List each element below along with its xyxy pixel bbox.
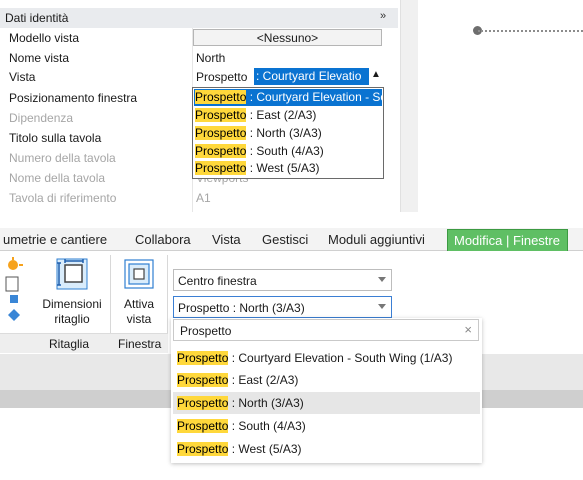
property-row-referencing-sheet: Tavola di riferimento A1 (0, 188, 398, 208)
match-highlight: Prospetto (195, 126, 247, 140)
section-title: Dati identità (5, 11, 69, 25)
property-label: Nome vista (9, 51, 70, 65)
group-label-viewport: Finestra (118, 337, 162, 351)
combo-value: Prospetto : North (3/A3) (178, 301, 305, 315)
activate-view-button[interactable]: Attiva vista (113, 297, 165, 327)
view-selector-combo[interactable]: Prospetto : North (3/A3) (173, 296, 392, 318)
section-header[interactable]: Dati identità » (0, 8, 398, 28)
property-label: Tavola di riferimento (9, 191, 117, 205)
property-label: Dipendenza (9, 111, 74, 125)
item-text: : East (2/A3) (246, 108, 317, 122)
match-highlight: Prospetto (177, 373, 229, 387)
tab-label: Modifica | Finestre (454, 233, 560, 248)
button-label: Attiva (123, 297, 154, 311)
item-text: : Courtyard Elevation - South Wing (1/A3… (249, 90, 383, 104)
crop-size-button[interactable]: Dimensioni ritaglio (36, 297, 108, 327)
property-label: Numero della tavola (9, 151, 116, 165)
property-label: Titolo sulla tavola (9, 131, 102, 145)
dropdown-item[interactable]: Prospetto : Courtyard Elevation - South … (173, 347, 480, 369)
match-highlight: Prospetto (177, 396, 229, 410)
item-text: : South (4/A3) (246, 144, 324, 158)
chevron-down-icon[interactable] (378, 277, 386, 282)
match-highlight: Prospetto (195, 144, 247, 158)
match-highlight: Prospetto (195, 90, 247, 104)
property-label: Vista (9, 70, 36, 84)
group-label-crop: Ritaglia (49, 337, 90, 351)
chevron-down-icon[interactable] (378, 304, 386, 309)
match-highlight: Prospetto (195, 108, 247, 122)
combo-value: Centro finestra (178, 274, 257, 288)
search-text: Prospetto (180, 324, 232, 338)
view-search-input[interactable]: Prospetto × (173, 319, 479, 341)
activate-view-icon[interactable] (122, 257, 156, 291)
item-text: : North (3/A3) (228, 396, 304, 410)
item-text: : North (3/A3) (246, 126, 322, 140)
item-text: : West (5/A3) (246, 161, 320, 175)
view-value-selected[interactable]: : Courtyard Elevatio (254, 68, 369, 85)
viewport-center-combo[interactable]: Centro finestra (173, 269, 392, 291)
partial-tools-icon[interactable] (0, 257, 28, 335)
dropdown-caret-icon[interactable]: ▲ (371, 69, 381, 80)
item-text: : West (5/A3) (228, 442, 302, 456)
crop-size-icon[interactable] (55, 257, 89, 291)
match-highlight: Prospetto (177, 419, 229, 433)
button-label: Dimensioni (42, 297, 102, 311)
property-value[interactable]: North (196, 51, 225, 65)
property-label: Modello vista (9, 31, 80, 45)
property-row-view-name: Nome vista North (0, 48, 398, 68)
item-text: : South (4/A3) (228, 419, 306, 433)
tab-modify-viewports[interactable]: Modifica | Finestre (447, 229, 568, 252)
dropdown-item[interactable]: Prospetto : South (4/A3) (194, 143, 382, 160)
dotted-connector-line (478, 30, 583, 32)
clear-icon[interactable]: × (464, 322, 472, 337)
dropdown-item[interactable]: Prospetto : North (3/A3) (173, 392, 480, 414)
match-highlight: Prospetto (177, 442, 229, 456)
dropdown-item[interactable]: Prospetto : East (2/A3) (194, 107, 382, 124)
tab-view[interactable]: Vista (212, 232, 241, 247)
tab-collaborate[interactable]: Collabora (135, 232, 191, 247)
dropdown-item[interactable]: Prospetto : South (4/A3) (173, 415, 480, 437)
tab-manage[interactable]: Gestisci (262, 232, 308, 247)
group-label-bar: Ritaglia Finestra (0, 333, 168, 353)
property-label: Posizionamento finestra (9, 91, 138, 105)
match-highlight: Prospetto (195, 161, 247, 175)
dropdown-item[interactable]: Prospetto : East (2/A3) (173, 369, 480, 391)
view-dropdown-panel: Prospetto × Prospetto : Courtyard Elevat… (171, 318, 482, 463)
dropdown-item[interactable]: Prospetto : West (5/A3) (194, 160, 382, 177)
button-label: vista (126, 312, 152, 326)
property-value: A1 (196, 191, 211, 205)
match-highlight: Prospetto (177, 351, 229, 365)
view-template-button[interactable]: <Nessuno> (193, 29, 382, 46)
dropdown-item[interactable]: Prospetto : North (3/A3) (194, 125, 382, 142)
property-row-view: Vista Prospetto : Courtyard Elevatio ▲ (0, 67, 398, 87)
button-label: ritaglio (54, 312, 90, 326)
property-row-view-template: Modello vista <Nessuno> (0, 28, 398, 48)
dropdown-item[interactable]: Prospetto : Courtyard Elevation - South … (194, 89, 383, 106)
item-text: : East (2/A3) (228, 373, 299, 387)
property-label: Nome della tavola (9, 171, 106, 185)
view-dropdown-list: Prospetto : Courtyard Elevation - South … (192, 87, 384, 179)
dropdown-item[interactable]: Prospetto : West (5/A3) (173, 438, 480, 460)
view-value-prefix[interactable]: Prospetto (196, 70, 247, 84)
collapse-icon[interactable]: » (380, 10, 386, 22)
properties-panel: Dati identità » Modello vista <Nessuno> … (0, 0, 418, 212)
properties-scrollbar[interactable] (400, 0, 418, 212)
tab-massing-site[interactable]: umetrie e cantiere (3, 232, 107, 247)
tab-add-ins[interactable]: Moduli aggiuntivi (328, 232, 425, 247)
item-text: : Courtyard Elevation - South Wing (1/A3… (228, 351, 453, 365)
